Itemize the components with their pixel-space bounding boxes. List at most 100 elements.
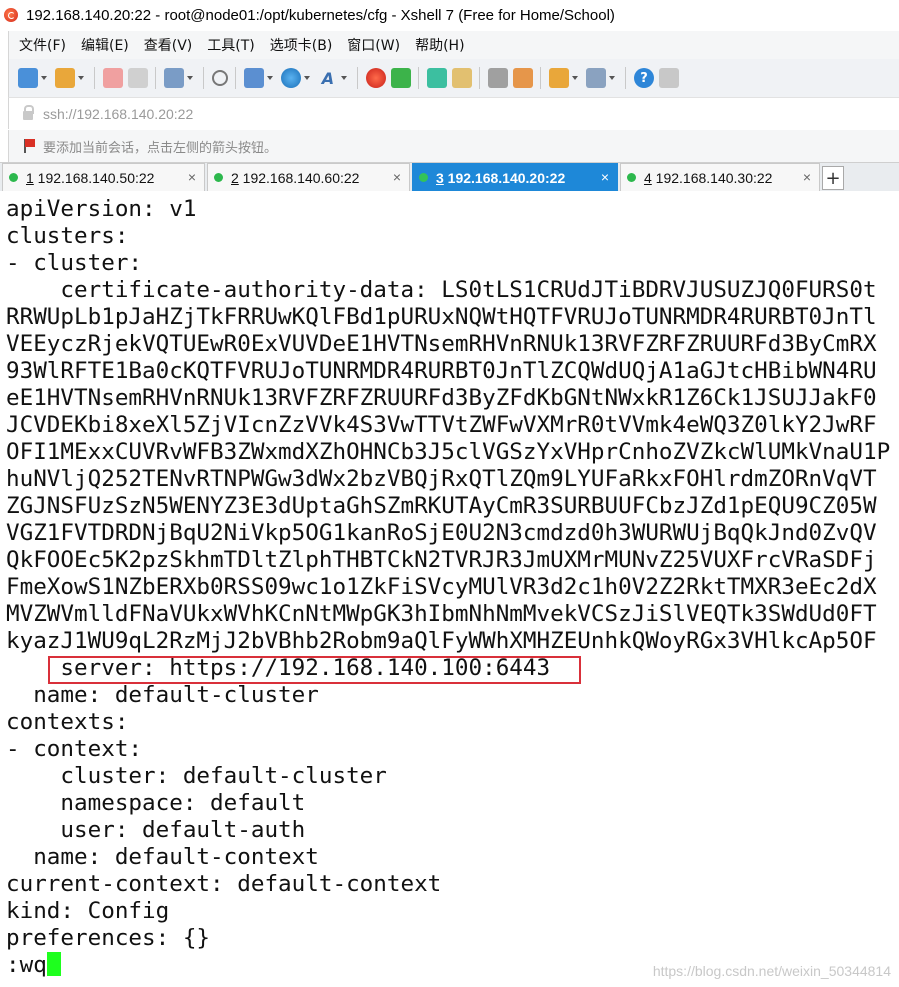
terminal-line: QkFOOEc5K2pzSkhmTDltZlphTHBTCkN2TVRJR3Jm…: [6, 547, 877, 573]
open-folder-icon[interactable]: [55, 68, 75, 88]
properties-icon[interactable]: [164, 68, 184, 88]
session-hint-bar: 要添加当前会话，点击左侧的箭头按钮。: [8, 130, 899, 162]
keyboard-icon[interactable]: [488, 68, 508, 88]
layout-icon[interactable]: [244, 68, 264, 88]
new-session-icon[interactable]: [18, 68, 38, 88]
open-dropdown-icon[interactable]: [78, 76, 84, 80]
menu-window[interactable]: 窗口(W): [347, 35, 400, 55]
terminal-line: name: default-context: [6, 844, 319, 870]
highlight-icon[interactable]: [513, 68, 533, 88]
toolbar-separator: [479, 67, 480, 89]
terminal-line: JCVDEKbi8xeXl5ZjVIcnZzVVk4S3VwTTVtZWFwVX…: [6, 412, 877, 438]
terminal-line: clusters:: [6, 223, 129, 249]
tab-label: 2 192.168.140.60:22: [231, 169, 360, 186]
menu-bar: 文件(F) 编辑(E) 查看(V) 工具(T) 选项卡(B) 窗口(W) 帮助(…: [8, 31, 899, 59]
terminal-line: VGZ1FVTDRDNjBqU2NiVkp5OG1kanRoSjE0U2N3cm…: [6, 520, 877, 546]
terminal-line: - cluster:: [6, 250, 143, 276]
toolbar-separator: [94, 67, 95, 89]
terminal-line: name: default-cluster: [6, 682, 319, 708]
terminal-line: - context:: [6, 736, 143, 762]
xshell-app-icon: [4, 8, 18, 22]
watermark: https://blog.csdn.net/weixin_50344814: [652, 963, 891, 979]
session-hint-text: 要添加当前会话，点击左侧的箭头按钮。: [43, 140, 278, 156]
menu-edit[interactable]: 编辑(E): [81, 35, 129, 55]
globe-icon[interactable]: [281, 68, 301, 88]
toolbar-separator: [357, 67, 358, 89]
terminal-line: apiVersion: v1: [6, 196, 197, 222]
font-icon[interactable]: A: [318, 68, 338, 88]
new-session-dropdown-icon[interactable]: [41, 76, 47, 80]
toolbar-separator: [540, 67, 541, 89]
toolbar-separator: [625, 67, 626, 89]
tab-close-icon[interactable]: ×: [393, 169, 401, 185]
address-value[interactable]: ssh://192.168.140.20:22: [43, 106, 193, 122]
help-icon[interactable]: ?: [634, 68, 654, 88]
add-dropdown-icon[interactable]: [572, 76, 578, 80]
toolbar-separator: [418, 67, 419, 89]
lock-toolbar-icon[interactable]: [452, 68, 472, 88]
layout-dropdown-icon[interactable]: [267, 76, 273, 80]
add-to-group-icon[interactable]: [549, 68, 569, 88]
connected-status-icon: [214, 173, 223, 182]
terminal-line: MVZWVmlldFNaVUkxWVhKCnNtMWpGK3hIbmNhNmMv…: [6, 601, 877, 627]
toolbar-separator: [203, 67, 204, 89]
terminal-cursor: [46, 952, 61, 976]
session-tab-2[interactable]: 2 192.168.140.60:22 ×: [207, 163, 410, 191]
terminal-line: VEEyczRjekVQTUEwR0ExVUVDeE1HVTNsemRHVnRN…: [6, 331, 877, 357]
connected-status-icon: [627, 173, 636, 182]
session-tab-bar: 1 192.168.140.50:22 × 2 192.168.140.60:2…: [0, 162, 899, 191]
bookmark-flag-icon[interactable]: [23, 138, 37, 154]
toolbar-separator: [235, 67, 236, 89]
terminal-line: current-context: default-context: [6, 871, 442, 897]
session-tab-1[interactable]: 1 192.168.140.50:22 ×: [2, 163, 205, 191]
terminal-line: huNVljQ252TENvRTNPWGw3dWx2bzVBQjRxQTlZQm…: [6, 466, 877, 492]
terminal-line: RRWUpLb1pJaHZjTkFRRUwKQlFBd1pURUxNQWtHQT…: [6, 304, 877, 330]
disconnect-icon[interactable]: [128, 68, 148, 88]
menu-tools[interactable]: 工具(T): [207, 35, 254, 55]
tab-close-icon[interactable]: ×: [601, 169, 609, 185]
title-bar: 192.168.140.20:22 - root@node01:/opt/kub…: [0, 0, 899, 30]
reconnect-icon[interactable]: [103, 68, 123, 88]
find-icon[interactable]: [212, 70, 228, 86]
address-bar[interactable]: ssh://192.168.140.20:22: [8, 97, 899, 129]
session-tab-3[interactable]: 3 192.168.140.20:22 ×: [412, 163, 618, 191]
terminal-line: ZGJNSFUzSzN5WENYZ3E3dUptaGhSZmRKUTAyCmR3…: [6, 493, 877, 519]
menu-file[interactable]: 文件(F): [19, 35, 66, 55]
terminal-line: kyazJ1WU9qL2RzMjJ2bVBhb2Robm9aQlFyWWhXMH…: [6, 628, 877, 654]
tab-label: 3 192.168.140.20:22: [436, 169, 566, 186]
session-tab-4[interactable]: 4 192.168.140.30:22 ×: [620, 163, 820, 191]
terminal-output[interactable]: apiVersion: v1 clusters: - cluster: cert…: [0, 192, 899, 987]
connected-status-icon: [9, 173, 18, 182]
encoding-dropdown-icon[interactable]: [304, 76, 310, 80]
terminal-line: OFI1MExxCUVRvWFB3ZWxmdXZhOHNCb3J5clVGSzY…: [6, 439, 891, 465]
terminal-line: certificate-authority-data: LS0tLS1CRUdJ…: [6, 277, 877, 303]
terminal-line: FmeXowS1NZbERXb0RSS09wc1o1ZkFiSVcyMUlVR3…: [6, 574, 877, 600]
terminal-line: contexts:: [6, 709, 129, 735]
terminal-line: namespace: default: [6, 790, 306, 816]
properties-dropdown-icon[interactable]: [187, 76, 193, 80]
command-line[interactable]: :wq: [6, 952, 61, 979]
chat-icon[interactable]: [659, 68, 679, 88]
font-dropdown-icon[interactable]: [341, 76, 347, 80]
fullscreen-icon[interactable]: [427, 68, 447, 88]
tab-layout-dropdown-icon[interactable]: [609, 76, 615, 80]
toolbar-separator: [155, 67, 156, 89]
xftp-icon[interactable]: [366, 68, 386, 88]
tab-close-icon[interactable]: ×: [803, 169, 811, 185]
tab-close-icon[interactable]: ×: [188, 169, 196, 185]
new-tab-button[interactable]: +: [822, 166, 844, 190]
xftp-transfer-icon[interactable]: [391, 68, 411, 88]
window-title: 192.168.140.20:22 - root@node01:/opt/kub…: [26, 6, 615, 24]
terminal-line: user: default-auth: [6, 817, 306, 843]
terminal-line: preferences: {}: [6, 925, 211, 951]
menu-help[interactable]: 帮助(H): [415, 35, 464, 55]
tab-label: 1 192.168.140.50:22: [26, 169, 155, 186]
server-highlight-box: [48, 656, 581, 684]
menu-view[interactable]: 查看(V): [144, 35, 193, 55]
menu-tabs[interactable]: 选项卡(B): [270, 35, 333, 55]
terminal-line: cluster: default-cluster: [6, 763, 387, 789]
tab-layout-icon[interactable]: [586, 68, 606, 88]
toolbar: A ?: [8, 59, 899, 97]
terminal-line: eE1HVTNsemRHVnRNUk13RVFZRFZRUURFd3ByZFdK…: [6, 385, 877, 411]
terminal-line: kind: Config: [6, 898, 170, 924]
